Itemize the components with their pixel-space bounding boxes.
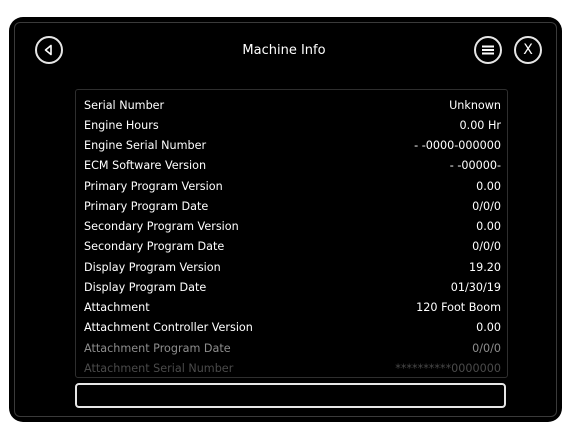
info-row: Display Program Version 19.20 — [84, 257, 501, 277]
info-row: Attachment Controller Version 0.00 — [84, 317, 501, 337]
info-row-value: 120 Foot Boom — [416, 300, 501, 314]
info-row-label: Attachment Controller Version — [84, 320, 253, 334]
info-row-value: **********0000000 — [395, 361, 501, 375]
close-button[interactable]: X — [514, 36, 542, 64]
info-row-value: 0.00 Hr — [459, 118, 501, 132]
menu-button[interactable] — [474, 36, 502, 64]
info-row-value: 0/0/0 — [472, 341, 501, 355]
info-row: Attachment 120 Foot Boom — [84, 297, 501, 317]
info-row-label: Engine Hours — [84, 118, 159, 132]
info-row-label: Secondary Program Date — [84, 239, 225, 253]
info-row: Secondary Program Version 0.00 — [84, 216, 501, 236]
info-row-label: Engine Serial Number — [84, 138, 207, 152]
info-row-label: Serial Number — [84, 98, 165, 112]
info-row-value: 01/30/19 — [450, 280, 501, 294]
text-input-bar[interactable] — [75, 383, 506, 408]
info-row: Primary Program Date 0/0/0 — [84, 196, 501, 216]
menu-icon — [482, 45, 494, 55]
info-row: Engine Hours 0.00 Hr — [84, 115, 501, 135]
info-row-label: Attachment Program Date — [84, 341, 231, 355]
info-row: Serial Number Unknown — [84, 95, 501, 115]
info-row: ECM Software Version - -00000- — [84, 155, 501, 175]
info-row-value: 0.00 — [476, 179, 501, 193]
info-row: Attachment Serial Number **********000000… — [84, 358, 501, 377]
info-row: Primary Program Version 0.00 — [84, 176, 501, 196]
info-row: Attachment Program Date 0/0/0 — [84, 338, 501, 358]
info-row-label: Display Program Date — [84, 280, 207, 294]
page-title: Machine Info — [242, 43, 326, 58]
info-row-label: Primary Program Date — [84, 199, 209, 213]
info-row-value: 0/0/0 — [472, 239, 501, 253]
info-row-value: - -0000-000000 — [414, 138, 501, 152]
info-row-label: Primary Program Version — [84, 179, 223, 193]
info-row-value: 0.00 — [476, 320, 501, 334]
info-row: Display Program Date 01/30/19 — [84, 277, 501, 297]
screen: Machine Info X Serial Number Unknown Engin… — [9, 17, 562, 422]
info-row-label: ECM Software Version — [84, 158, 207, 172]
back-arrow-icon — [44, 44, 52, 56]
info-row: Secondary Program Date 0/0/0 — [84, 236, 501, 256]
info-row-value: 19.20 — [468, 260, 501, 274]
info-row-value: - -00000- — [449, 158, 501, 172]
machine-info-list[interactable]: Serial Number Unknown Engine Hours 0.00 Hr E… — [75, 89, 508, 378]
info-row: Engine Serial Number - -0000-000000 — [84, 135, 501, 155]
back-button[interactable] — [35, 36, 63, 64]
info-row-label: Attachment — [84, 300, 150, 314]
close-icon: X — [523, 42, 533, 58]
info-row-value: 0/0/0 — [472, 199, 501, 213]
info-row-label: Secondary Program Version — [84, 219, 239, 233]
info-row-label: Display Program Version — [84, 260, 221, 274]
info-row-value: Unknown — [449, 98, 501, 112]
info-row-value: 0.00 — [476, 219, 501, 233]
info-row-label: Attachment Serial Number — [84, 361, 234, 375]
